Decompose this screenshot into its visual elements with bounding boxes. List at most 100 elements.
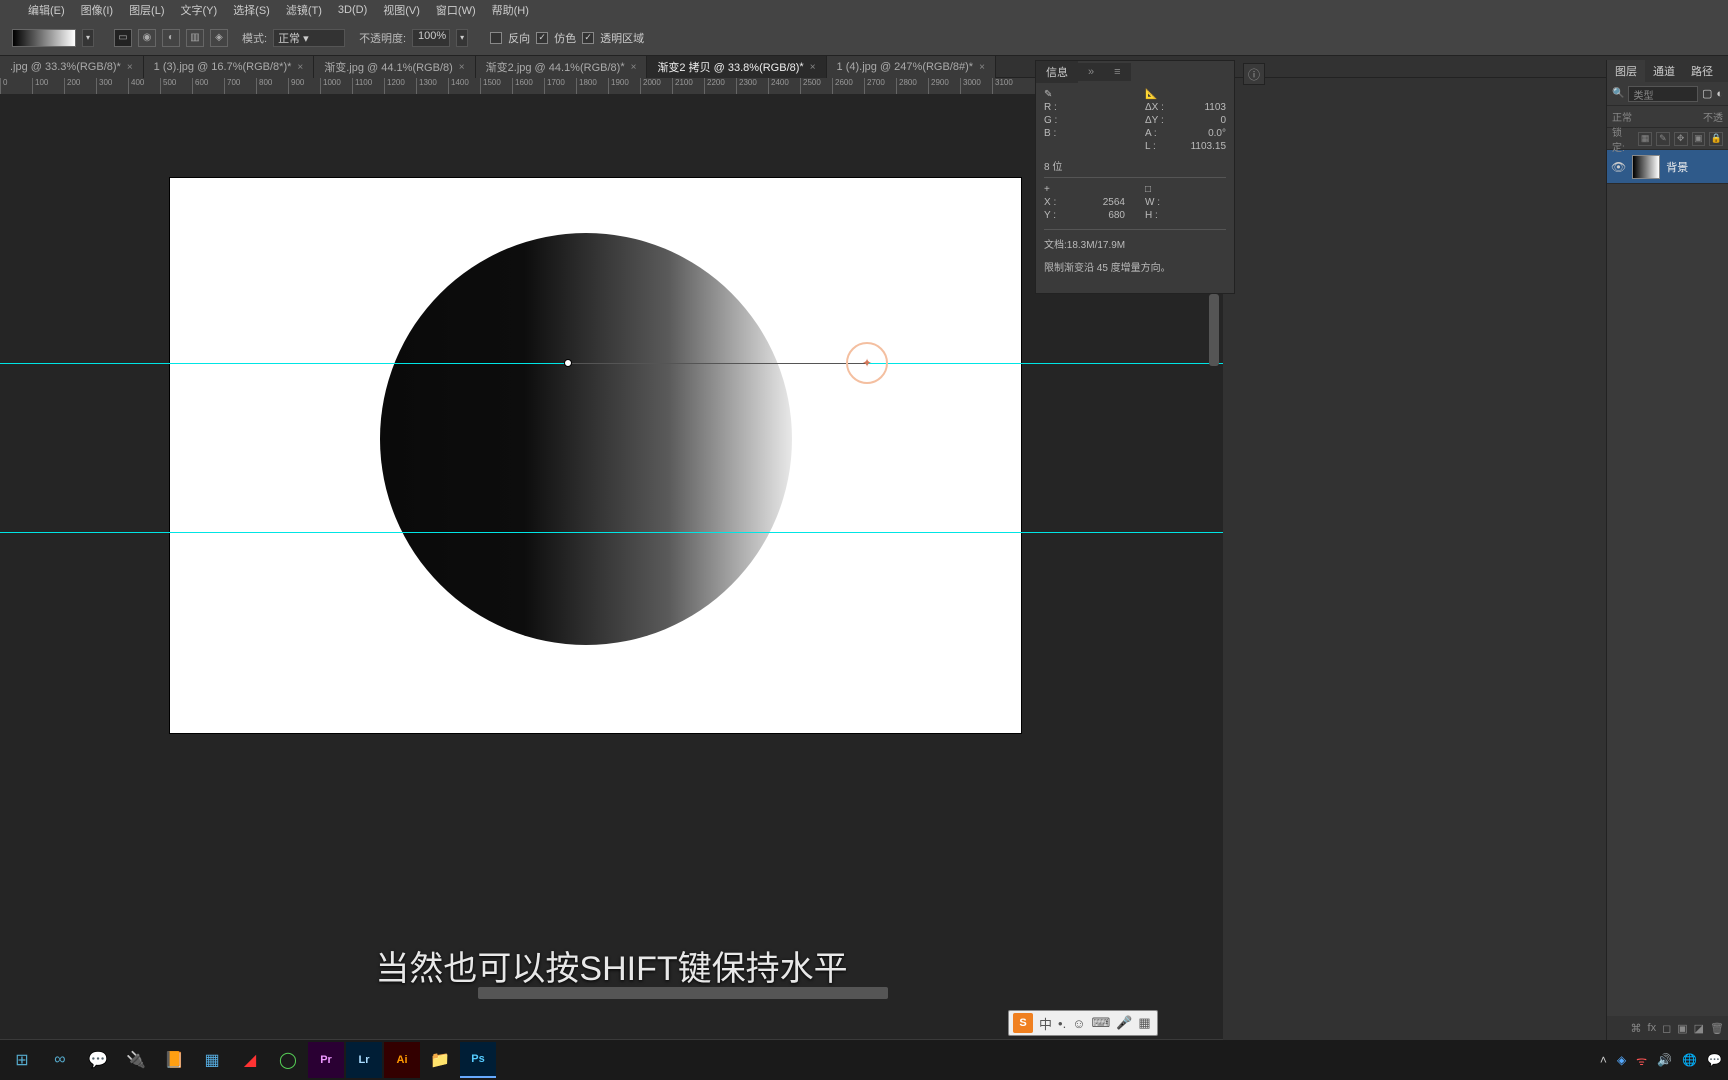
new-layer-icon[interactable]: ◪ [1694, 1022, 1704, 1035]
taskbar-lightroom[interactable]: Lr [346, 1042, 382, 1078]
lock-position-icon[interactable]: ✎ [1656, 132, 1670, 146]
blend-mode-select[interactable]: 正常 ▾ [273, 29, 345, 47]
tab-doc-2[interactable]: 渐变.jpg @ 44.1%(RGB/8)× [314, 56, 475, 78]
close-icon[interactable]: × [810, 62, 816, 73]
menu-window[interactable]: 窗口(W) [428, 2, 484, 18]
tray-cube-icon[interactable]: ◈ [1617, 1053, 1626, 1067]
menu-edit[interactable]: 编辑(E) [20, 2, 73, 18]
info-x-label: X : [1044, 197, 1056, 210]
close-icon[interactable]: × [979, 62, 985, 73]
linear-gradient-icon[interactable]: ▭ [114, 29, 132, 47]
taskbar-illustrator[interactable]: Ai [384, 1042, 420, 1078]
gradient-drag-line [568, 363, 868, 364]
panel-menu-icon[interactable]: ≡ [1104, 63, 1130, 81]
tab-doc-3[interactable]: 渐变2.jpg @ 44.1%(RGB/8) *× [476, 56, 648, 78]
transparency-checkbox[interactable] [582, 32, 594, 44]
lock-artboard-icon[interactable]: ▣ [1692, 132, 1706, 146]
taskbar-app-4[interactable]: 📙 [156, 1042, 192, 1078]
tab-paths[interactable]: 路径 [1683, 60, 1721, 82]
reflected-gradient-icon[interactable]: ▥ [186, 29, 204, 47]
opacity-input[interactable]: 100% [412, 29, 450, 47]
taskbar-app-7[interactable]: ◯ [270, 1042, 306, 1078]
menu-layer[interactable]: 图层(L) [121, 2, 172, 18]
ime-logo-icon[interactable]: S [1013, 1013, 1033, 1033]
tab-doc-0[interactable]: .jpg @ 33.3%(RGB/8) *× [0, 56, 144, 78]
reverse-checkbox[interactable] [490, 32, 502, 44]
layer-name[interactable]: 背景 [1666, 159, 1688, 175]
gradient-dropdown[interactable]: ▾ [82, 29, 94, 47]
layer-row-background[interactable]: 👁 背景 [1607, 150, 1728, 184]
taskbar-photoshop[interactable]: Ps [460, 1042, 496, 1078]
taskbar-sketchup[interactable]: ◢ [232, 1042, 268, 1078]
lock-pixels-icon[interactable]: ▦ [1638, 132, 1652, 146]
link-layers-icon[interactable]: ⌘ [1631, 1022, 1642, 1035]
menu-view[interactable]: 视图(V) [375, 2, 428, 18]
info-tab-label[interactable]: 信息 [1036, 61, 1078, 83]
layer-fx-icon[interactable]: fx [1648, 1022, 1657, 1034]
gradient-preview[interactable] [12, 29, 76, 47]
taskbar-explorer[interactable]: 📁 [422, 1042, 458, 1078]
taskbar-wechat[interactable]: 💬 [80, 1042, 116, 1078]
ime-mic-icon[interactable]: 🎤 [1116, 1015, 1132, 1031]
taskbar-app-3[interactable]: 🔌 [118, 1042, 154, 1078]
diamond-gradient-icon[interactable]: ◈ [210, 29, 228, 47]
layer-thumbnail[interactable] [1632, 155, 1660, 179]
opacity-label: 不透明度: [359, 30, 406, 46]
layer-filter-select[interactable]: 类型 [1628, 86, 1697, 102]
tray-hot-icon[interactable]: ᯤ [1636, 1052, 1647, 1069]
taskbar-app-5[interactable]: ▦ [194, 1042, 230, 1078]
ime-emoji-icon[interactable]: ☺ [1072, 1016, 1085, 1031]
tray-notification-icon[interactable]: 💬 [1707, 1053, 1722, 1067]
new-group-icon[interactable]: ▣ [1677, 1022, 1687, 1035]
tab-layers[interactable]: 图层 [1607, 60, 1645, 82]
vertical-scrollbar[interactable] [1209, 294, 1219, 366]
ime-punct-icon[interactable]: •. [1058, 1016, 1066, 1031]
tab-doc-1[interactable]: 1 (3).jpg @ 16.7%(RGB/8*) *× [144, 56, 315, 78]
info-docsize: 文档:18.3M/17.9M [1044, 236, 1226, 251]
tab-channels[interactable]: 通道 [1645, 60, 1683, 82]
close-icon[interactable]: × [297, 62, 303, 73]
close-icon[interactable]: × [631, 62, 637, 73]
menu-help[interactable]: 帮助(H) [484, 2, 537, 18]
tab-doc-4[interactable]: 渐变2 拷贝 @ 33.8%(RGB/8) *× [647, 56, 826, 78]
delete-layer-icon[interactable]: 🗑 [1710, 1022, 1724, 1035]
menu-filter[interactable]: 滤镜(T) [278, 2, 330, 18]
transparency-label: 透明区域 [600, 30, 644, 46]
opacity-dropdown[interactable]: ▾ [456, 29, 468, 47]
menu-3d[interactable]: 3D(D) [330, 4, 375, 16]
layer-blend-select[interactable]: 正常 [1612, 109, 1699, 124]
taskbar-premiere[interactable]: Pr [308, 1042, 344, 1078]
lock-all-icon[interactable]: 🔒 [1709, 132, 1723, 146]
info-icon[interactable]: ⓘ [1243, 63, 1265, 85]
taskbar-start[interactable]: ⊞ [4, 1042, 40, 1078]
close-icon[interactable]: × [459, 62, 465, 73]
ime-keyboard-icon[interactable]: ⌨ [1091, 1015, 1110, 1031]
visibility-icon[interactable]: 👁 [1611, 160, 1626, 174]
info-hint: 限制渐变沿 45 度增量方向。 [1044, 259, 1226, 274]
filter-toggle-icon[interactable]: ◐ [1716, 88, 1723, 100]
menu-image[interactable]: 图像(I) [73, 2, 121, 18]
gradient-start-handle[interactable] [564, 359, 572, 367]
menu-type[interactable]: 文字(Y) [173, 2, 226, 18]
close-icon[interactable]: × [127, 62, 133, 73]
layer-mask-icon[interactable]: ◻ [1662, 1022, 1671, 1035]
horizontal-guide[interactable] [0, 532, 1223, 533]
ime-lang[interactable]: 中 [1039, 1014, 1052, 1033]
radial-gradient-icon[interactable]: ◉ [138, 29, 156, 47]
horizontal-scrollbar[interactable] [478, 987, 888, 999]
ime-grid-icon[interactable]: ▦ [1138, 1015, 1150, 1031]
filter-pixel-icon[interactable]: ▢ [1702, 87, 1712, 100]
panel-collapse-icon[interactable]: » [1078, 63, 1104, 81]
tray-up-icon[interactable]: ˄ [1600, 1053, 1607, 1067]
tray-network-icon[interactable]: 🌐 [1682, 1053, 1697, 1067]
angle-gradient-icon[interactable]: ◐ [162, 29, 180, 47]
lock-move-icon[interactable]: ✥ [1674, 132, 1688, 146]
taskbar-app-1[interactable]: ∞ [42, 1042, 78, 1078]
ime-toolbar[interactable]: S 中 •. ☺ ⌨ 🎤 ▦ [1008, 1010, 1158, 1036]
tab-doc-5[interactable]: 1 (4).jpg @ 247%(RGB/8#) *× [827, 56, 996, 78]
search-icon[interactable]: 🔍 [1612, 88, 1624, 99]
tray-sound-icon[interactable]: 🔊 [1657, 1053, 1672, 1067]
cursor-indicator [846, 342, 888, 384]
menu-select[interactable]: 选择(S) [225, 2, 278, 18]
dither-checkbox[interactable] [536, 32, 548, 44]
